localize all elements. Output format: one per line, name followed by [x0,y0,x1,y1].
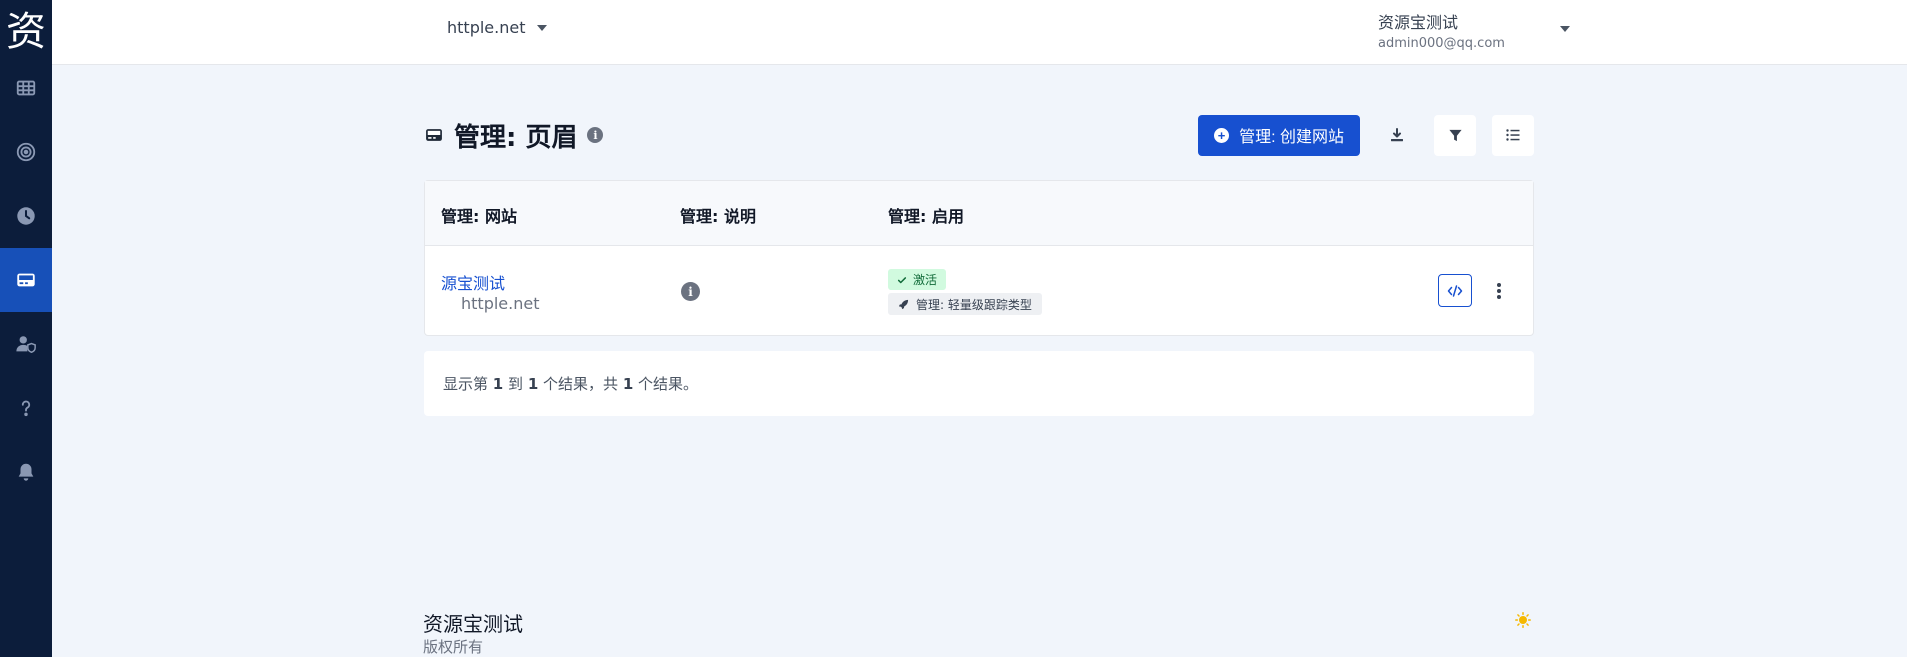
card-icon [426,129,442,141]
site-switcher[interactable]: httple.net [447,18,548,37]
footer-title: 资源宝测试 [423,612,523,636]
help-icon [21,400,31,417]
create-site-button[interactable]: + 管理: 创建网站 [1198,114,1360,156]
info-icon[interactable]: i [587,127,604,143]
type-badge: 管理: 轻量级跟踪类型 [888,293,1042,315]
target-icon [16,142,36,162]
user-shield-icon [16,336,36,354]
chevron-down-icon [537,24,548,31]
status-label: 激活 [913,273,938,287]
site-domain: httple.net [461,294,540,313]
plus-circle-icon: + [1214,127,1230,143]
sites-table: 管理: 网站 管理: 说明 管理: 启用 源宝测试 httple.net i 激… [424,180,1534,336]
chevron-down-icon [1560,26,1570,32]
pagination-summary: 显示第 1 到 1 个结果，共 1 个结果。 [424,351,1534,416]
pagination-mid: 个结果，共 [543,375,619,393]
pagination-from: 1 [492,375,504,393]
status-badge: 激活 [888,269,947,290]
page-header: 管理: 页眉 i + 管理: 创建网站 [424,114,1534,156]
theme-toggle[interactable] [1515,612,1531,632]
site-switcher-label: httple.net [447,18,526,37]
pagination-suffix: 个结果。 [638,375,699,393]
create-site-label: 管理: 创建网站 [1239,129,1344,146]
logo[interactable]: 资 [0,0,52,56]
sidebar-item-sites[interactable] [0,248,52,312]
pagination-to-label: 到 [508,375,524,393]
export-button[interactable] [1376,115,1418,156]
pagination-total: 1 [622,375,634,393]
column-header-description[interactable]: 管理: 说明 [680,203,756,227]
code-icon [1447,284,1463,297]
more-actions-icon[interactable] [1493,281,1505,301]
pagination-prefix: 显示第 [443,375,489,393]
filter-icon [1448,129,1462,141]
sidebar-item-users[interactable] [0,312,52,376]
sidebar-item-help[interactable] [0,376,52,440]
card-icon [17,273,35,287]
sidebar-item-dashboard[interactable] [0,56,52,120]
column-header-site[interactable]: 管理: 网站 [441,203,517,227]
grid-icon [16,80,36,96]
sidebar-item-history[interactable] [0,184,52,248]
site-name-link[interactable]: 源宝测试 [441,270,505,294]
user-name: 资源宝测试 [1378,13,1459,32]
bell-icon [18,463,34,481]
sidebar-item-targets[interactable] [0,120,52,184]
column-header-enabled[interactable]: 管理: 启用 [888,203,964,227]
page-title: 管理: 页眉 [454,122,578,153]
table-header: 管理: 网站 管理: 说明 管理: 启用 [425,181,1533,246]
user-menu[interactable]: 资源宝测试 admin000@qq.com [1378,9,1570,51]
topbar: httple.net 资源宝测试 admin000@qq.com [52,0,1907,65]
user-email: admin000@qq.com [1378,36,1505,51]
check-icon [897,276,907,283]
pagination-to: 1 [527,375,539,393]
list-icon [1506,129,1520,141]
columns-button[interactable] [1492,114,1534,156]
filter-button[interactable] [1434,114,1476,156]
clock-icon [17,207,35,225]
type-label: 管理: 轻量级跟踪类型 [916,297,1032,312]
sidebar: 资 [0,0,52,657]
table-row: 源宝测试 httple.net i 激活 管理: 轻量级跟踪类型 [425,246,1533,335]
rocket-icon [898,299,909,309]
download-icon [1391,128,1403,142]
embed-code-button[interactable] [1438,274,1472,307]
info-icon[interactable]: i [681,282,700,301]
footer-copyright: 版权所有 [423,638,484,656]
sidebar-item-notifications[interactable] [0,440,52,504]
sun-icon [1515,612,1531,628]
